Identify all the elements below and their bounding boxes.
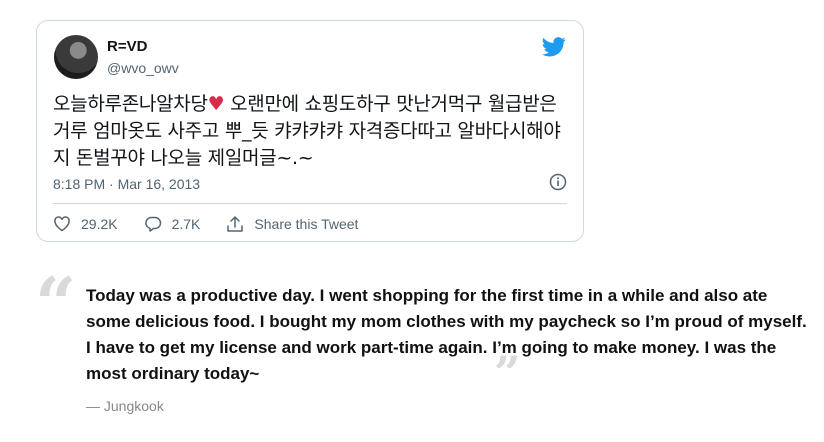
open-quote-icon: “ [35, 261, 77, 346]
tweet-card[interactable]: R=VD @wvo_owv 오늘하루존나알차당♥ 오랜만에 쇼핑도하구 맛난거먹… [36, 20, 584, 242]
reply-icon [144, 216, 161, 232]
reply-count: 2.7K [171, 216, 201, 232]
tweet-actions: 29.2K 2.7K Share this Tweet [53, 213, 384, 235]
reply-button[interactable]: 2.7K [144, 215, 201, 233]
twitter-bird-icon[interactable] [542, 37, 566, 57]
like-count: 29.2K [81, 216, 118, 232]
heart-icon [54, 216, 70, 232]
info-icon[interactable] [549, 173, 567, 191]
close-quote-icon: ” [494, 346, 521, 400]
red-heart-emoji: ♥ [207, 93, 225, 115]
divider [53, 203, 567, 204]
share-icon [227, 216, 244, 232]
avatar[interactable] [54, 35, 98, 79]
share-label: Share this Tweet [254, 216, 359, 232]
like-button[interactable]: 29.2K [53, 215, 118, 233]
tweet-timestamp[interactable]: 8:18 PM · Mar 16, 2013 [53, 176, 200, 192]
author-name[interactable]: R=VD [107, 38, 147, 55]
tweet-text: 오늘하루존나알차당♥ 오랜만에 쇼핑도하구 맛난거먹구 월급받은거루 엄마옷도 … [53, 91, 573, 172]
quote-text: Today was a productive day. I went shopp… [86, 286, 807, 383]
author-handle[interactable]: @wvo_owv [107, 60, 179, 76]
quote-attribution: — Jungkook [86, 398, 164, 414]
tweet-text-part-1: 오늘하루존나알차당 [53, 93, 208, 115]
share-button[interactable]: Share this Tweet [226, 215, 358, 233]
